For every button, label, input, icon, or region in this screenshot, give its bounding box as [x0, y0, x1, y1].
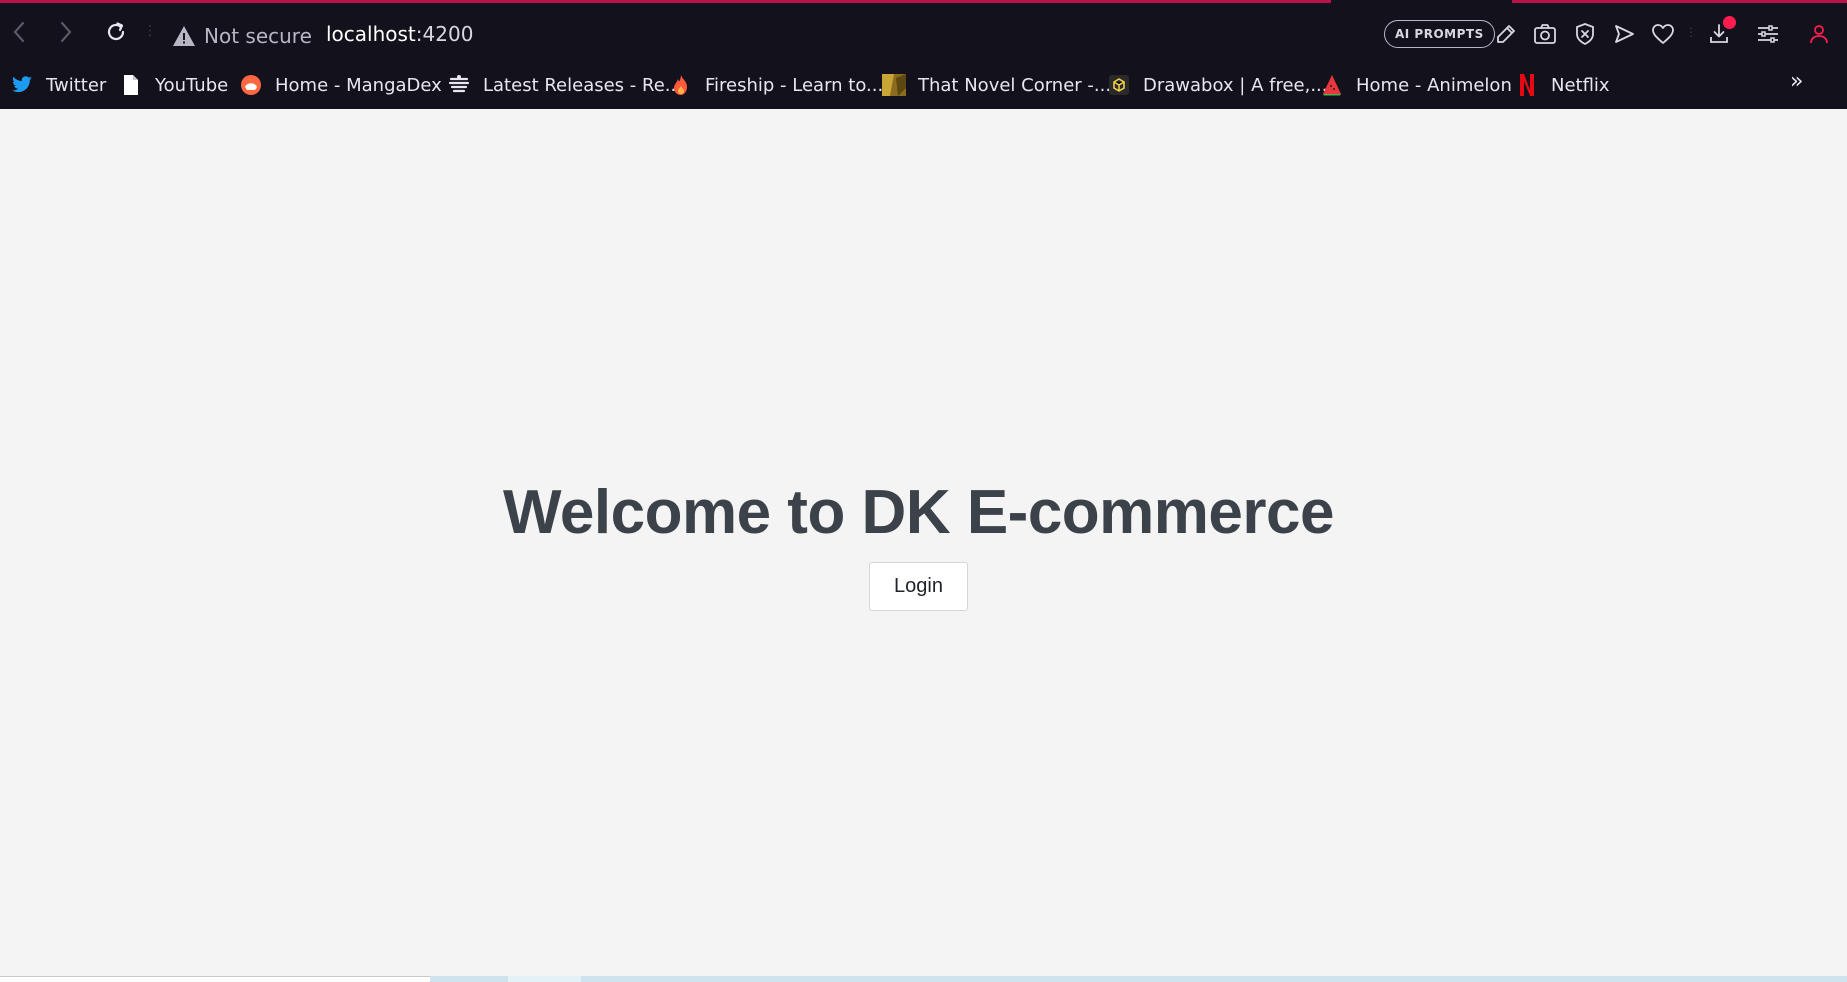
reload-button[interactable] — [101, 17, 131, 47]
separator: ⋮ — [1685, 25, 1697, 39]
bookmark-fireship[interactable]: Fireship - Learn to... — [669, 68, 883, 102]
browser-chrome: ⋮ Not secure localhost:4200 AI PROMPTS ⋮ — [0, 0, 1847, 109]
page-title: Welcome to DK E-commerce — [503, 478, 1335, 547]
bookmark-novel-corner[interactable]: That Novel Corner -... — [882, 68, 1111, 102]
twitter-icon — [10, 73, 34, 97]
status-bar-segment — [508, 976, 581, 982]
page-icon — [119, 73, 143, 97]
bookmark-label: YouTube — [155, 74, 229, 96]
bookmark-label: Twitter — [46, 74, 107, 96]
bookmark-youtube[interactable]: YouTube — [119, 68, 228, 102]
back-button[interactable] — [4, 17, 34, 47]
settings-sliders-icon[interactable] — [1755, 21, 1781, 47]
url-field[interactable]: localhost:4200 — [326, 22, 473, 46]
heart-icon[interactable] — [1650, 21, 1676, 47]
security-label[interactable]: Not secure — [204, 24, 312, 48]
bookmark-latest-releases[interactable]: Latest Releases - Re... — [447, 68, 682, 102]
bookmark-label: Drawabox | A free,... — [1143, 74, 1328, 96]
address-bar: ⋮ Not secure localhost:4200 AI PROMPTS ⋮ — [0, 3, 1847, 63]
drawabox-icon — [1107, 73, 1131, 97]
watermelon-icon — [1320, 73, 1344, 97]
bookmark-netflix[interactable]: Netflix — [1515, 68, 1610, 102]
more-bookmarks-button[interactable]: » — [1790, 69, 1803, 94]
bookmark-twitter[interactable]: Twitter — [10, 68, 106, 102]
netflix-icon — [1515, 73, 1539, 97]
separator: ⋮ — [143, 23, 157, 39]
chevron-right-icon — [60, 21, 72, 43]
profile-icon[interactable] — [1806, 21, 1832, 47]
bookmark-animelon[interactable]: Home - Animelon — [1320, 68, 1512, 102]
bookmarks-bar: Twitter YouTube Home - MangaDex Latest R… — [0, 63, 1847, 109]
bookmark-label: Latest Releases - Re... — [483, 74, 682, 96]
url-host: localhost — [326, 22, 416, 46]
camera-icon[interactable] — [1532, 21, 1558, 47]
url-port: :4200 — [415, 22, 474, 46]
send-icon[interactable] — [1611, 21, 1637, 47]
edit-icon[interactable] — [1493, 21, 1519, 47]
bookmark-mangadex[interactable]: Home - MangaDex — [239, 68, 442, 102]
fire-icon — [669, 73, 693, 97]
bookmark-label: Home - MangaDex — [275, 74, 442, 96]
mangadex-icon — [239, 73, 263, 97]
bookmark-label: That Novel Corner -... — [918, 74, 1112, 96]
status-bar-segment — [0, 976, 430, 982]
warning-icon[interactable] — [172, 25, 196, 47]
site-icon — [447, 73, 471, 97]
ai-prompts-button[interactable]: AI PROMPTS — [1384, 20, 1495, 48]
page-content: Welcome to DK E-commerce Login — [0, 109, 1847, 982]
chevron-left-icon — [13, 21, 25, 43]
notification-badge — [1723, 16, 1736, 29]
bookmark-label: Fireship - Learn to... — [705, 74, 884, 96]
bookmark-drawabox[interactable]: Drawabox | A free,... — [1107, 68, 1328, 102]
forward-button[interactable] — [51, 17, 81, 47]
reload-icon — [107, 22, 125, 41]
bookmark-label: Netflix — [1551, 74, 1610, 96]
bookmark-label: Home - Animelon — [1356, 74, 1512, 96]
login-button[interactable]: Login — [869, 562, 968, 611]
novel-icon — [882, 73, 906, 97]
shield-x-icon[interactable] — [1572, 21, 1598, 47]
